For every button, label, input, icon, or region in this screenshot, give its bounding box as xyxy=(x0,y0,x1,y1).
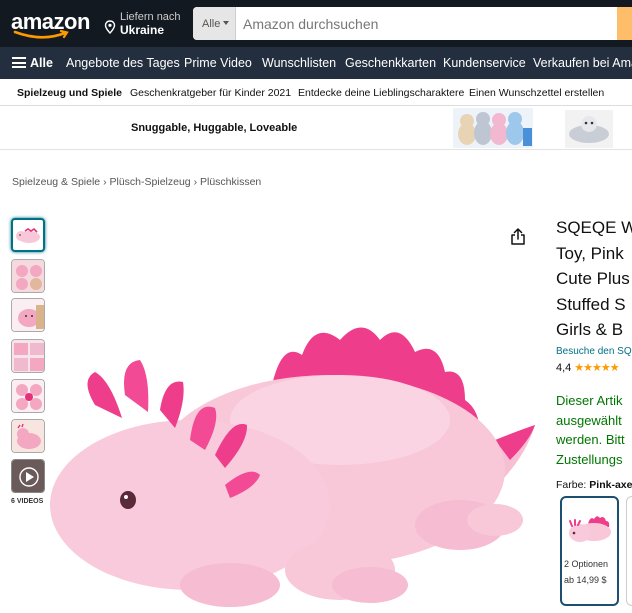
product-rating[interactable]: 4,4 ★★★★★ xyxy=(556,361,620,374)
availability-line: ausgewählt xyxy=(556,412,622,428)
all-menu-label: Alle xyxy=(30,56,53,70)
product-title: SQEQE W Toy, Pink Cute Plus Stuffed S Gi… xyxy=(556,215,632,343)
promo-product-image[interactable] xyxy=(565,110,613,148)
breadcrumb-separator: › xyxy=(103,176,107,188)
color-selector-label: Farbe: Pink-axe xyxy=(556,479,632,491)
caret-down-icon xyxy=(223,21,229,25)
promo-plush-image[interactable] xyxy=(453,108,533,148)
visit-store-link[interactable]: Besuche den SQ xyxy=(556,346,632,357)
top-navigation: amazon Liefern nach Ukraine Alle xyxy=(0,0,632,47)
color-swatch-option[interactable] xyxy=(626,496,632,606)
product-title-line: Cute Plus xyxy=(556,269,630,288)
breadcrumb-item[interactable]: Spielzeug & Spiele xyxy=(12,176,100,188)
breadcrumb-separator: › xyxy=(193,176,198,188)
breadcrumb-item[interactable]: Plüschkissen xyxy=(200,176,261,188)
nav-wishlists[interactable]: Wunschlisten xyxy=(262,56,336,70)
videos-count-label: 6 VIDEOS xyxy=(11,498,44,505)
deliver-line1: Liefern nach xyxy=(120,11,181,23)
search-button[interactable] xyxy=(617,7,632,40)
catnav-characters[interactable]: Entdecke deine Lieblingscharaktere xyxy=(298,87,464,99)
availability-line: Zustellungs xyxy=(556,451,623,467)
product-title-line: Toy, Pink xyxy=(556,243,624,263)
swatch-options: 2 Optionen xyxy=(564,559,609,569)
catnav-gift-guide[interactable]: Geschenkratgeber für Kinder 2021 xyxy=(130,87,291,99)
search-bar: Alle xyxy=(193,7,632,40)
nav-customer-service[interactable]: Kundenservice xyxy=(443,56,526,70)
deliver-country: Ukraine xyxy=(120,23,165,37)
promo-banner[interactable]: Snuggable, Huggable, Loveable xyxy=(0,106,632,150)
product-title-line: SQEQE W xyxy=(556,218,632,237)
main-navigation: Alle Angebote des Tages Prime Video Wuns… xyxy=(0,47,632,79)
catnav-wishlist[interactable]: Einen Wunschzettel erstellen xyxy=(469,87,604,99)
search-category-select[interactable]: Alle xyxy=(193,7,236,40)
color-swatch-selected[interactable]: 2 Optionen ab 14,99 $ xyxy=(560,496,619,606)
nav-deals[interactable]: Angebote des Tages xyxy=(66,56,180,70)
product-title-line: Girls & B xyxy=(556,320,624,339)
nav-prime-video[interactable]: Prime Video xyxy=(184,56,252,70)
rating-value: 4,4 xyxy=(556,362,572,374)
availability-message: Dieser Artik ausgewählt werden. Bitt Zus… xyxy=(556,391,632,469)
share-icon[interactable] xyxy=(510,228,526,245)
swatch-image xyxy=(569,516,611,542)
color-label: Farbe: xyxy=(556,479,587,491)
breadcrumb: Spielzeug & Spiele › Plüsch-Spielzeug › … xyxy=(12,176,261,188)
search-category-label: Alle xyxy=(202,18,221,30)
availability-line: Dieser Artik xyxy=(556,393,623,408)
availability-line: werden. Bitt xyxy=(556,432,625,447)
catnav-toys-games[interactable]: Spielzeug und Spiele xyxy=(17,87,122,99)
nav-sell[interactable]: Verkaufen bei Amazon xyxy=(533,56,632,70)
all-menu-button[interactable]: Alle xyxy=(12,56,53,70)
nav-gift-cards[interactable]: Geschenkkarten xyxy=(345,56,436,70)
promo-text: Snuggable, Huggable, Loveable xyxy=(131,122,298,134)
main-product-image[interactable] xyxy=(40,300,540,610)
thumbnail-image-1[interactable] xyxy=(11,218,45,252)
location-pin-icon xyxy=(104,20,116,34)
deliver-to[interactable]: Liefern nach Ukraine xyxy=(104,11,184,39)
thumbnail-image-2[interactable] xyxy=(11,259,45,293)
color-value: Pink-axe xyxy=(589,479,632,491)
hamburger-icon xyxy=(12,57,26,68)
product-title-line: Stuffed S xyxy=(556,294,626,314)
category-navigation: Spielzeug und Spiele Geschenkratgeber fü… xyxy=(0,79,632,106)
logo-smile-icon xyxy=(13,30,69,39)
amazon-logo[interactable]: amazon xyxy=(11,7,91,41)
breadcrumb-item[interactable]: Plüsch-Spielzeug xyxy=(110,176,191,188)
star-rating-icon: ★★★★★ xyxy=(574,362,619,374)
swatch-price: ab 14,99 $ xyxy=(564,575,607,585)
search-input[interactable] xyxy=(236,7,616,40)
